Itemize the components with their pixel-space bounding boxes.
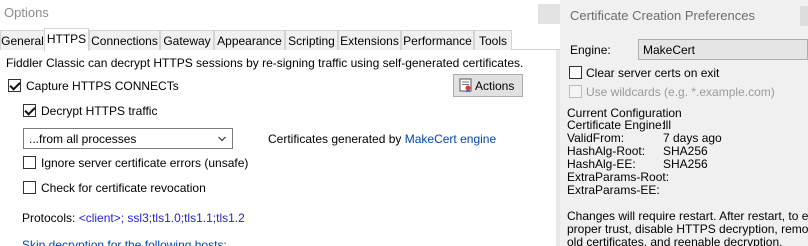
engine-label: Engine: [570,43,611,57]
certificate-icon [459,78,472,93]
ignore-cert-errors-label[interactable]: Ignore server certificate errors (unsafe… [41,156,248,170]
capture-connects-checkbox[interactable] [8,79,21,92]
config-key: ExtraParams-EE: [567,183,660,197]
restart-note-line: proper trust, disable HTTPS decryption, … [567,222,808,236]
cert-prefs-dialog: Certificate Creation Preferences Engine:… [560,0,808,246]
restart-note-line: old certificates, and reenable decryptio… [567,235,783,246]
certs-generated-text: Certificates generated by MakeCert engin… [268,132,496,146]
https-intro: Fiddler Classic can decrypt HTTPS sessio… [6,56,524,70]
capture-connects-label[interactable]: Capture HTTPS CONNECTs [26,79,179,93]
tab-connections[interactable]: Connections [89,30,160,50]
tab-gateway[interactable]: Gateway [160,30,214,50]
options-window: Options General HTTPS Connections Gatewa… [0,0,560,246]
cert-prefs-close-button[interactable] [800,6,808,26]
protocols-label: Protocols: [22,211,76,225]
protocols-row: Protocols: <client>; ssl3;tls1.0;tls1.1;… [22,211,245,225]
close-button[interactable] [538,4,560,24]
restart-note-line: Changes will require restart. After rest… [567,209,808,223]
clear-certs-label[interactable]: Clear server certs on exit [586,66,719,80]
tab-tools[interactable]: Tools [474,30,512,50]
engine-select[interactable]: MakeCert [638,39,808,60]
protocols-link[interactable]: <client>; ssl3;tls1.0;tls1.1;tls1.2 [79,211,245,225]
check-revocation-label[interactable]: Check for certificate revocation [41,181,206,195]
process-filter-value: ...from all processes [29,132,137,146]
process-filter-select[interactable]: ...from all processes [23,128,233,149]
options-title: Options [0,0,560,28]
chevron-down-icon [218,136,226,142]
check-revocation-checkbox[interactable] [23,181,36,194]
certs-generated-prefix: Certificates generated by [268,132,402,146]
ignore-cert-errors-checkbox[interactable] [23,156,36,169]
clear-certs-checkbox[interactable] [569,66,582,79]
tab-strip: General HTTPS Connections Gateway Appear… [0,28,560,51]
config-value: lll [663,118,671,132]
skip-decryption-link[interactable]: Skip decryption for the following hosts: [22,238,227,246]
config-key: HashAlg-Root: [567,144,646,158]
tab-https[interactable]: HTTPS [44,28,89,51]
makecert-engine-link[interactable]: MakeCert engine [405,132,496,146]
config-key: Certificate Engine: [567,118,666,132]
tab-scripting[interactable]: Scripting [285,30,338,50]
tab-extensions[interactable]: Extensions [338,30,401,50]
actions-button[interactable]: Actions [453,74,523,97]
wildcards-checkbox[interactable] [569,85,582,98]
tab-performance[interactable]: Performance [401,30,474,50]
actions-label: Actions [475,79,515,93]
config-key: HashAlg-EE: [567,157,636,171]
config-value: SHA256 [663,144,708,158]
config-value: 7 days ago [663,131,722,145]
https-pane: Fiddler Classic can decrypt HTTPS sessio… [0,50,556,246]
tab-appearance[interactable]: Appearance [214,30,285,50]
tab-general[interactable]: General [0,30,45,50]
cert-prefs-title: Certificate Creation Preferences [560,0,808,31]
config-key: ValidFrom: [567,131,625,145]
engine-value: MakeCert [643,43,696,57]
config-key: ExtraParams-Root: [567,170,670,184]
config-value: SHA256 [663,157,708,171]
decrypt-https-checkbox[interactable] [23,104,36,117]
decrypt-https-label[interactable]: Decrypt HTTPS traffic [41,104,157,118]
wildcards-label[interactable]: Use wildcards (e.g. *.example.com) [586,85,775,99]
